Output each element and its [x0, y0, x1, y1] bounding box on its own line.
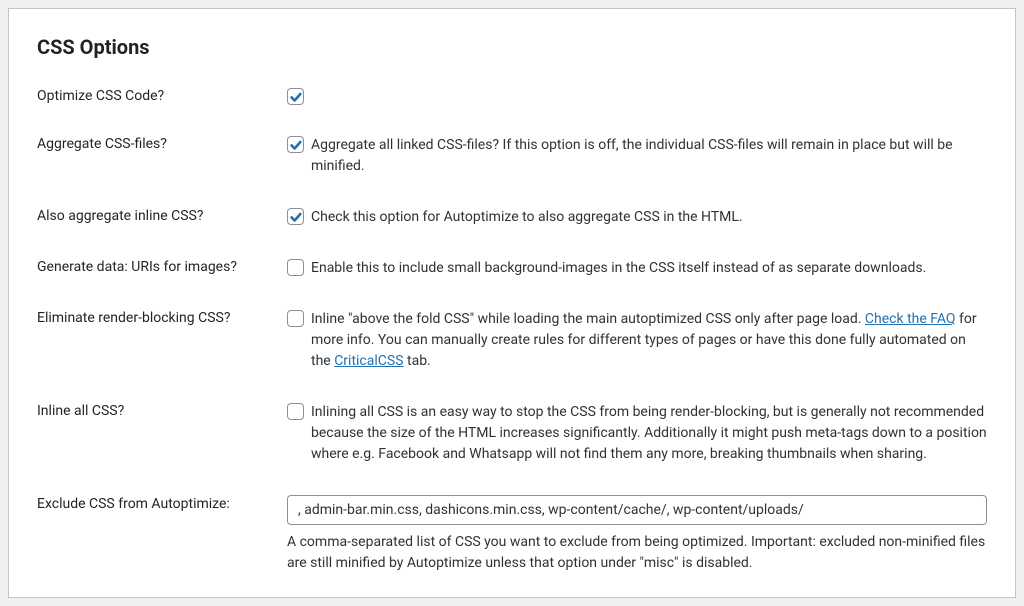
- link-check-faq[interactable]: Check the FAQ: [865, 311, 956, 327]
- row-aggregate-css: Aggregate CSS-files? Aggregate all linke…: [37, 135, 987, 177]
- checkbox-render-blocking[interactable]: [287, 310, 304, 327]
- help-exclude-css: A comma-separated list of CSS you want t…: [287, 532, 987, 574]
- checkbox-aggregate-css[interactable]: [287, 136, 304, 153]
- desc-data-uris: Enable this to include small background-…: [311, 258, 926, 279]
- input-exclude-css[interactable]: [287, 495, 987, 525]
- desc-inline-all: Inlining all CSS is an easy way to stop …: [311, 402, 987, 465]
- row-optimize-css: Optimize CSS Code?: [37, 87, 987, 105]
- row-render-blocking: Eliminate render-blocking CSS? Inline "a…: [37, 309, 987, 372]
- row-aggregate-inline: Also aggregate inline CSS? Check this op…: [37, 207, 987, 228]
- label-exclude-css: Exclude CSS from Autoptimize:: [37, 495, 287, 512]
- checkbox-optimize-css[interactable]: [287, 88, 304, 105]
- check-icon: [289, 90, 303, 104]
- desc-render-blocking: Inline "above the fold CSS" while loadin…: [311, 309, 987, 372]
- desc-aggregate-inline: Check this option for Autoptimize to als…: [311, 207, 743, 228]
- checkbox-inline-all[interactable]: [287, 403, 304, 420]
- label-data-uris: Generate data: URIs for images?: [37, 258, 287, 275]
- checkbox-aggregate-inline[interactable]: [287, 208, 304, 225]
- label-aggregate-css: Aggregate CSS-files?: [37, 135, 287, 152]
- section-title: CSS Options: [37, 35, 987, 59]
- checkbox-data-uris[interactable]: [287, 259, 304, 276]
- link-criticalcss[interactable]: CriticalCSS: [334, 353, 403, 369]
- row-inline-all: Inline all CSS? Inlining all CSS is an e…: [37, 402, 987, 465]
- row-data-uris: Generate data: URIs for images? Enable t…: [37, 258, 987, 279]
- label-render-blocking: Eliminate render-blocking CSS?: [37, 309, 287, 326]
- label-optimize-css: Optimize CSS Code?: [37, 87, 287, 104]
- check-icon: [289, 138, 303, 152]
- label-inline-all: Inline all CSS?: [37, 402, 287, 419]
- css-options-panel: CSS Options Optimize CSS Code? Aggregate…: [8, 8, 1016, 598]
- label-aggregate-inline: Also aggregate inline CSS?: [37, 207, 287, 224]
- check-icon: [289, 210, 303, 224]
- row-exclude-css: Exclude CSS from Autoptimize: A comma-se…: [37, 495, 987, 574]
- desc-aggregate-css: Aggregate all linked CSS-files? If this …: [311, 135, 987, 177]
